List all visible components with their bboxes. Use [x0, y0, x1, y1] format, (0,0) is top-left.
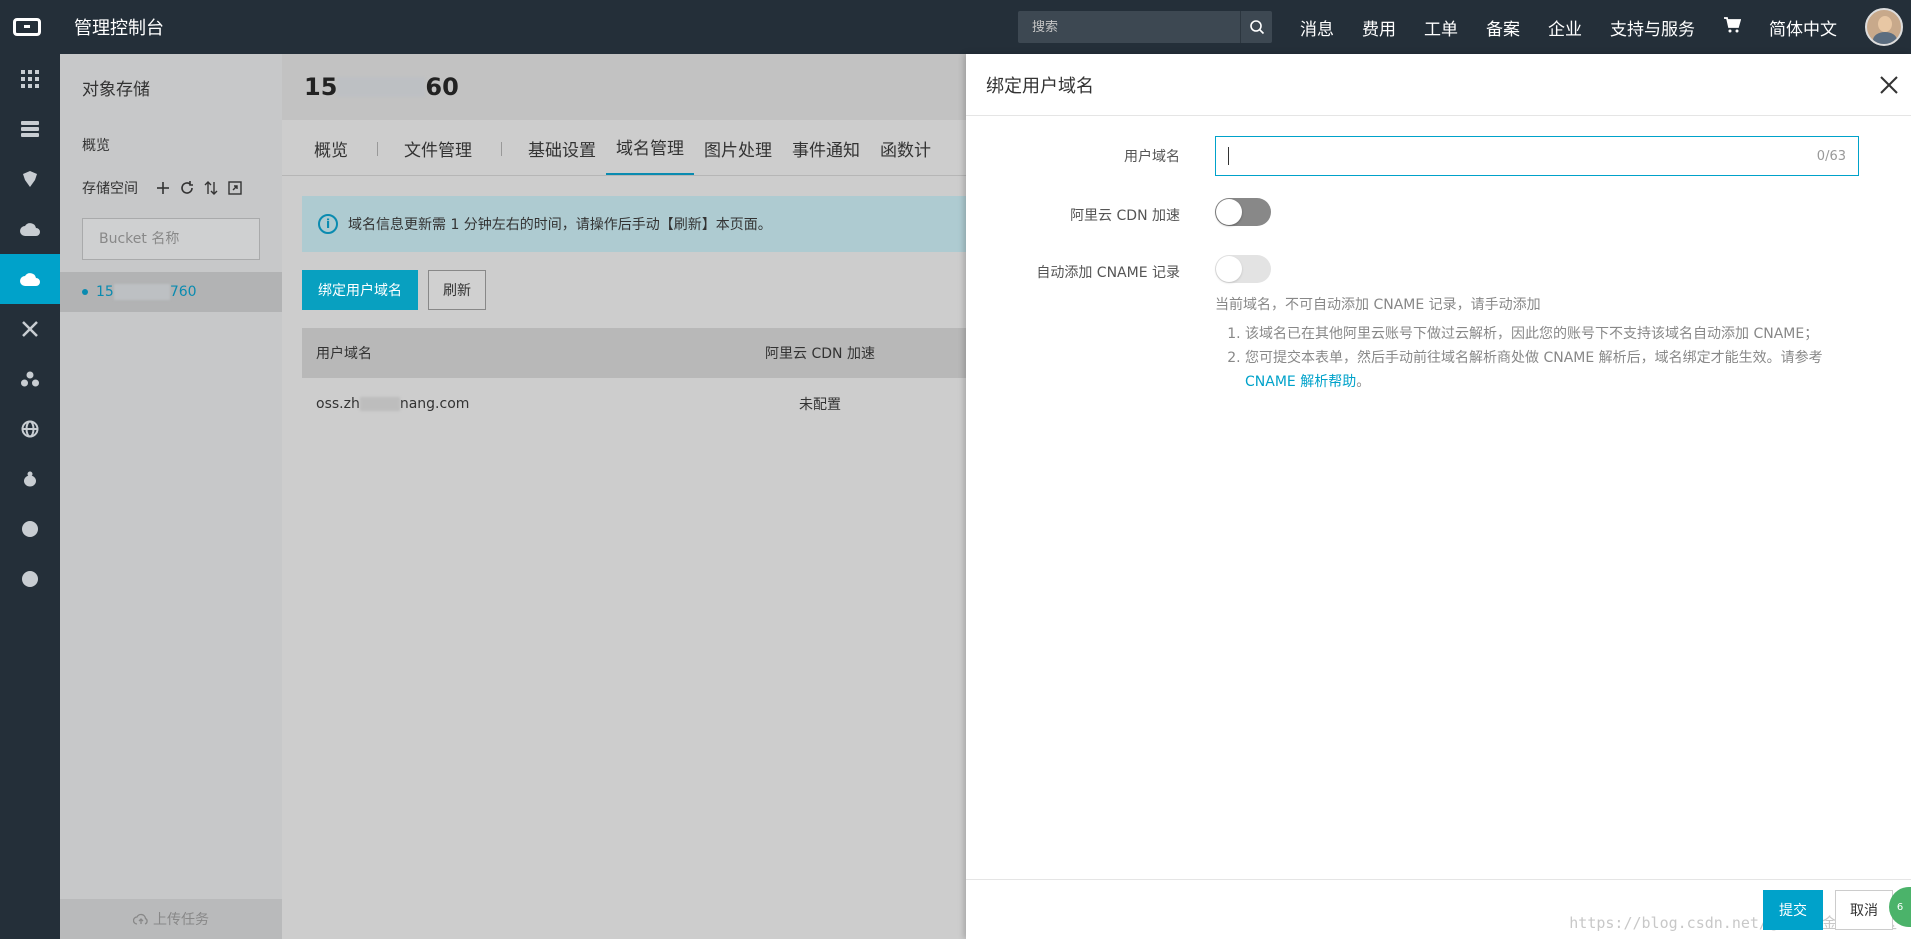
domain-prefix: oss.zh — [316, 396, 360, 412]
nav-billing[interactable]: 费用 — [1362, 15, 1396, 40]
tab-overview[interactable]: 概览 — [302, 136, 378, 175]
upload-tasks-label: 上传任务 — [153, 912, 209, 928]
drawer-title: 绑定用户域名 — [986, 75, 1094, 97]
cname-label: 自动添加 CNAME 记录 — [1036, 265, 1180, 281]
upload-tasks[interactable]: 上传任务 — [60, 899, 282, 939]
domain-table: 用户域名 阿里云 CDN 加速 oss.zh nang.com 未配置 — [302, 328, 966, 430]
nav-support[interactable]: 支持与服务 — [1610, 15, 1695, 40]
drawer-footer: https://blog.csdn.net/@稀土掘金技术社区 提交 取消 6 — [966, 879, 1911, 939]
console-brand[interactable]: 管理控制台 — [74, 14, 164, 40]
user-avatar[interactable] — [1865, 8, 1903, 46]
domain-field[interactable]: 0/63 — [1215, 136, 1859, 176]
tab-basic-settings[interactable]: 基础设置 — [500, 136, 606, 175]
tab-events[interactable]: 事件通知 — [782, 136, 870, 175]
cluster-icon[interactable] — [0, 354, 60, 404]
bucket-item[interactable]: 15 760 — [60, 272, 282, 312]
cancel-button[interactable]: 取消 — [1835, 890, 1893, 930]
bucket-tabs: 概览 文件管理 基础设置 域名管理 图片处理 事件通知 函数计 — [282, 120, 966, 176]
cname-help-link[interactable]: CNAME 解析帮助 — [1245, 374, 1356, 390]
product-rail — [0, 54, 60, 939]
info-notice: i 域名信息更新需 1 分钟左右的时间，请操作后手动【刷新】本页面。 — [302, 196, 966, 252]
col-header-cdn: 阿里云 CDN 加速 — [765, 346, 875, 362]
main-content: 15 60 概览 文件管理 基础设置 域名管理 图片处理 事件通知 函数计 i … — [282, 54, 966, 939]
bucket-search-input[interactable] — [99, 231, 273, 247]
product-dot-icon-2[interactable] — [0, 554, 60, 604]
expand-icon[interactable] — [228, 181, 242, 195]
close-icon[interactable] — [1877, 73, 1901, 97]
sidebar-storage-header: 存储空间 — [60, 170, 282, 206]
nav-enterprise[interactable]: 企业 — [1548, 15, 1582, 40]
redaction — [359, 397, 400, 411]
bucket-name-suffix: 760 — [169, 284, 197, 300]
domain-suffix: nang.com — [399, 396, 470, 412]
nav-tickets[interactable]: 工单 — [1424, 15, 1458, 40]
table-row: oss.zh nang.com 未配置 — [302, 378, 966, 430]
cloud-icon[interactable] — [0, 204, 60, 254]
aliyun-logo[interactable] — [0, 0, 54, 54]
footer-buttons: 提交 取消 — [1763, 890, 1893, 930]
upload-cloud-icon — [133, 913, 148, 925]
col-header-domain: 用户域名 — [316, 346, 372, 362]
tab-image[interactable]: 图片处理 — [694, 136, 782, 175]
tab-domain[interactable]: 域名管理 — [606, 134, 694, 175]
grid-menu-icon[interactable] — [0, 54, 60, 104]
cname-toggle — [1215, 255, 1271, 283]
cdn-toggle[interactable] — [1215, 198, 1271, 226]
action-buttons: 绑定用户域名 刷新 — [302, 270, 966, 310]
cart-icon[interactable] — [1723, 17, 1742, 37]
note-end: 。 — [1356, 374, 1371, 390]
bind-domain-button[interactable]: 绑定用户域名 — [302, 270, 418, 310]
top-navbar: 管理控制台 消息 费用 工单 备案 企业 支持与服务 简体中文 — [0, 0, 1911, 54]
notice-text: 域名信息更新需 1 分钟左右的时间，请操作后手动【刷新】本页面。 — [348, 217, 772, 233]
global-search — [1018, 11, 1272, 43]
sort-icon[interactable] — [204, 181, 218, 195]
sidebar-title: 对象存储 — [82, 79, 150, 100]
network-icon[interactable] — [0, 304, 60, 354]
bucket-search — [82, 218, 273, 260]
table-header: 用户域名 阿里云 CDN 加速 — [302, 328, 966, 378]
oss-cloud-icon[interactable] — [0, 254, 60, 304]
note-item: 您可提交本表单，然后手动前往域名解析商处做 CNAME 解析后，域名绑定才能生效… — [1245, 346, 1855, 394]
submit-button[interactable]: 提交 — [1763, 890, 1823, 930]
info-icon: i — [318, 214, 338, 234]
cname-notes: 该域名已在其他阿里云账号下做过云解析，因此您的账号下不支持该域名自动添加 CNA… — [1215, 322, 1855, 394]
storage-label: 存储空间 — [82, 181, 138, 197]
char-counter: 0/63 — [1816, 148, 1846, 164]
tab-function[interactable]: 函数计 — [870, 136, 941, 175]
nav-messages[interactable]: 消息 — [1300, 15, 1334, 40]
domain-input[interactable] — [1229, 148, 1817, 164]
bucket-title: 15 60 — [282, 54, 966, 120]
sidebar-item-overview[interactable]: 概览 — [60, 120, 282, 170]
oss-sidebar: 对象存储 概览 存储空间 15 760 上传任务 — [60, 54, 282, 939]
refresh-icon[interactable] — [180, 181, 194, 195]
cdn-cell: 未配置 — [799, 397, 841, 413]
globe-icon[interactable] — [0, 404, 60, 454]
tab-files[interactable]: 文件管理 — [376, 136, 502, 175]
domain-label: 用户域名 — [1124, 149, 1180, 165]
redaction — [337, 77, 426, 97]
note-text: 您可提交本表单，然后手动前往域名解析商处做 CNAME 解析后，域名绑定才能生效… — [1245, 350, 1823, 366]
search-input[interactable] — [1018, 19, 1240, 35]
bucket-dot — [82, 289, 88, 295]
server-icon[interactable] — [0, 104, 60, 154]
bucket-title-prefix: 15 — [304, 73, 338, 101]
cdn-label: 阿里云 CDN 加速 — [1070, 208, 1180, 224]
bind-domain-drawer: 绑定用户域名 用户域名 0/63 阿里云 CDN 加速 自动添加 CNAME 记… — [966, 54, 1911, 939]
note-item: 该域名已在其他阿里云账号下做过云解析，因此您的账号下不支持该域名自动添加 CNA… — [1245, 322, 1855, 346]
cname-hint: 当前域名，不可自动添加 CNAME 记录，请手动添加 — [1215, 297, 1541, 313]
search-icon[interactable] — [1240, 11, 1272, 43]
bucket-name-prefix: 15 — [96, 284, 114, 300]
domain-cell: oss.zh nang.com — [302, 396, 730, 412]
language-switch[interactable]: 简体中文 — [1769, 15, 1837, 40]
bug-icon[interactable] — [0, 454, 60, 504]
bucket-title-suffix: 60 — [425, 73, 459, 101]
nav-icp[interactable]: 备案 — [1486, 15, 1520, 40]
add-bucket-icon[interactable] — [156, 181, 170, 195]
product-dot-icon[interactable] — [0, 504, 60, 554]
redaction — [113, 284, 170, 300]
drawer-header: 绑定用户域名 — [966, 54, 1911, 116]
database-icon[interactable] — [0, 154, 60, 204]
refresh-button[interactable]: 刷新 — [428, 270, 486, 310]
